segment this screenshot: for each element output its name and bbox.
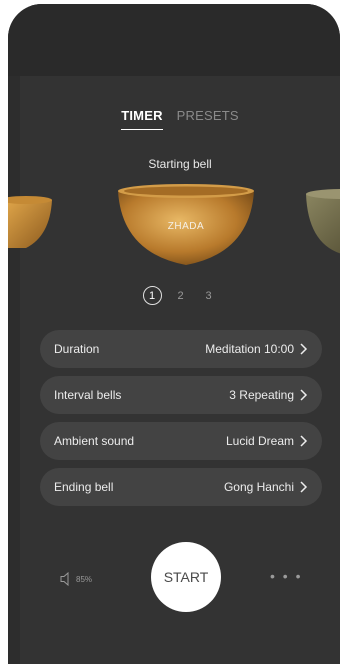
chevron-right-icon [300, 435, 308, 447]
setting-interval-bells[interactable]: Interval bells 3 Repeating [40, 376, 322, 414]
setting-value: Lucid Dream [225, 434, 294, 448]
phone-frame: TIMER PRESETS Starting bell ZHADA 1 2 3 … [8, 4, 340, 664]
page-3[interactable]: 3 [200, 287, 218, 305]
bowl-name: ZHADA [167, 221, 205, 232]
setting-label: Interval bells [54, 388, 122, 402]
bowl-next[interactable] [302, 188, 340, 258]
setting-ambient-sound[interactable]: Ambient sound Lucid Dream [40, 422, 322, 460]
chevron-right-icon [300, 389, 308, 401]
bell-pager: 1 2 3 [20, 286, 340, 305]
setting-value: Gong Hanchi [223, 480, 294, 494]
tab-timer[interactable]: TIMER [121, 108, 163, 130]
start-button[interactable]: START [151, 542, 221, 612]
bowl-prev[interactable] [8, 192, 66, 252]
setting-label: Ambient sound [54, 434, 135, 448]
more-options-icon[interactable]: • • • [270, 568, 302, 584]
settings-list: Duration Meditation 10:00 Interval bells… [40, 330, 322, 514]
volume-level: 85% [76, 574, 93, 584]
chevron-right-icon [300, 481, 308, 493]
setting-label: Ending bell [54, 480, 114, 494]
setting-value: Meditation 10:00 [205, 342, 294, 356]
timer-screen: TIMER PRESETS Starting bell ZHADA 1 2 3 … [8, 76, 340, 664]
setting-value: 3 Repeating [229, 388, 294, 402]
page-1[interactable]: 1 [142, 286, 162, 305]
volume-control[interactable]: 85% [60, 572, 92, 586]
chevron-right-icon [300, 343, 308, 355]
tab-presets[interactable]: PRESETS [177, 108, 239, 130]
page-2[interactable]: 2 [172, 287, 190, 305]
setting-label: Duration [54, 342, 100, 356]
setting-duration[interactable]: Duration Meditation 10:00 [40, 330, 322, 368]
top-bezel [8, 4, 340, 76]
speaker-icon [60, 572, 69, 586]
starting-bell-label: Starting bell [148, 157, 212, 171]
tab-bar: TIMER PRESETS [20, 108, 340, 130]
setting-ending-bell[interactable]: Ending bell Gong Hanchi [40, 468, 322, 506]
